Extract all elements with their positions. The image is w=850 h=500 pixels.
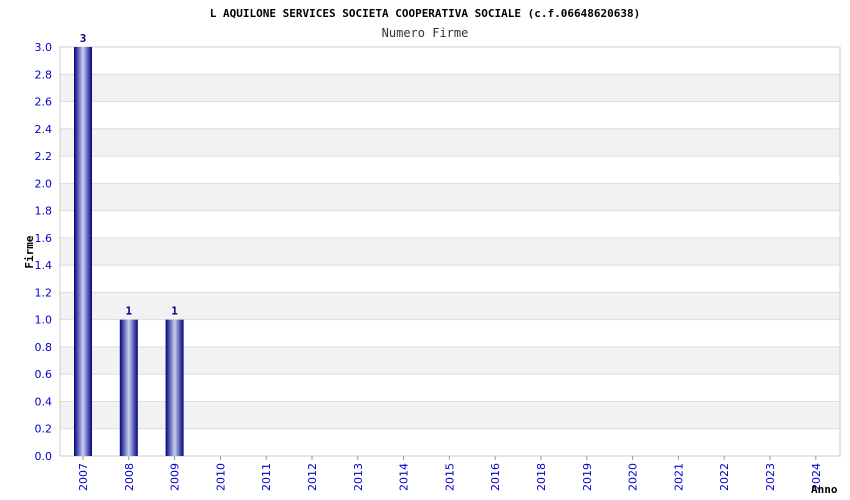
chart-subtitle: Numero Firme <box>382 26 469 40</box>
y-tick-label: 0.0 <box>35 450 53 463</box>
y-tick-label: 0.2 <box>35 423 53 436</box>
grid-band <box>60 237 840 266</box>
bar <box>165 319 184 456</box>
chart-title: L AQUILONE SERVICES SOCIETA COOPERATIVA … <box>210 7 640 20</box>
x-tick-label: 2014 <box>398 463 411 491</box>
x-tick-label: 2020 <box>627 463 640 491</box>
bar-chart: L AQUILONE SERVICES SOCIETA COOPERATIVA … <box>23 7 841 496</box>
x-tick-label: 2015 <box>443 463 456 491</box>
y-tick-label: 1.0 <box>35 314 53 327</box>
plot-area: 0.0 0.2 0.4 0.6 0.8 1.0 1.2 1.4 1.6 1.8 2.0 2.2 2.4 2… <box>35 32 841 491</box>
x-tick-label: 2018 <box>535 463 548 491</box>
y-tick-label: 1.4 <box>35 259 53 272</box>
x-tick-label: 2008 <box>123 463 136 491</box>
y-tick-label: 0.8 <box>35 341 53 354</box>
y-tick-label: 1.2 <box>35 286 53 299</box>
x-tick-label: 2021 <box>672 463 685 491</box>
grid-band <box>60 265 840 293</box>
data-label: 1 <box>125 305 132 318</box>
grid-band <box>60 156 840 184</box>
bar <box>119 319 138 456</box>
x-tick-label: 2010 <box>214 463 227 491</box>
data-label: 3 <box>80 32 87 45</box>
grid-band <box>60 128 840 157</box>
y-tick-label: 2.6 <box>35 96 53 109</box>
y-tick-label: 0.4 <box>35 395 53 408</box>
x-tick-label: 2019 <box>581 463 594 491</box>
x-tick-label: 2023 <box>764 463 777 491</box>
y-tick-label: 3.0 <box>35 41 53 54</box>
y-axis-label: Firme <box>23 235 36 268</box>
y-tick-label: 2.2 <box>35 150 53 163</box>
grid-band <box>60 210 840 238</box>
y-tick-label: 0.6 <box>35 368 53 381</box>
grid-band <box>60 74 840 102</box>
x-tick-label: 2009 <box>169 463 182 491</box>
x-tick-label: 2013 <box>352 463 365 491</box>
x-tick-label: 2007 <box>77 463 90 491</box>
y-tick-label: 1.6 <box>35 232 53 245</box>
grid-band <box>60 47 840 75</box>
grid-band <box>60 183 840 211</box>
x-tick-label: 2011 <box>260 463 273 491</box>
x-tick-label: 2016 <box>489 463 502 491</box>
grid-band <box>60 101 840 129</box>
y-tick-label: 1.8 <box>35 205 53 218</box>
y-tick-label: 2.0 <box>35 177 53 190</box>
y-tick-label: 2.8 <box>35 68 53 81</box>
y-tick-label: 2.4 <box>35 123 53 136</box>
x-tick-label: 2022 <box>718 463 731 491</box>
x-axis-label: Anno <box>811 483 838 496</box>
data-label: 1 <box>171 305 178 318</box>
x-tick-label: 2012 <box>306 463 319 491</box>
bar <box>74 47 92 456</box>
